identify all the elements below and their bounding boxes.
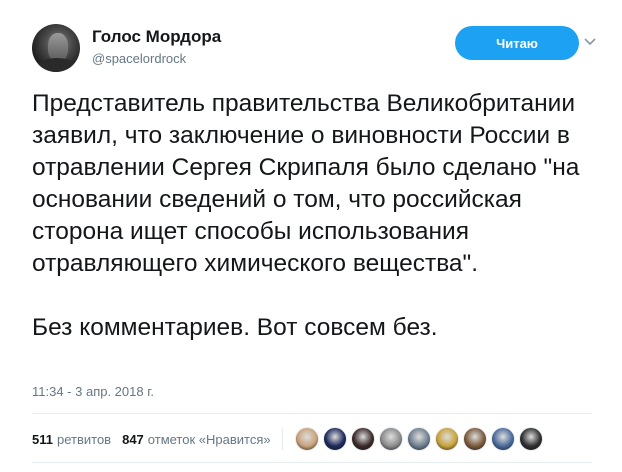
following-button[interactable]: Читаю [455, 26, 579, 60]
retweets-count: 511 [32, 431, 53, 447]
tweet-text: Представитель правительства Великобритан… [32, 88, 602, 344]
retweets-label: ретвитов [56, 431, 112, 447]
retweets-stat[interactable]: 511 ретвитов [32, 432, 111, 447]
likes-count: 847 [122, 431, 144, 447]
liker-avatar-8[interactable] [490, 427, 515, 451]
tweet-timestamp[interactable]: 11:34 - 3 апр. 2018 г. [32, 384, 154, 399]
likes-stat[interactable]: 847 отметок «Нравится» [122, 432, 271, 447]
liker-avatar-6[interactable] [434, 427, 459, 451]
liker-avatar-3[interactable] [350, 427, 375, 451]
avatar-face [48, 33, 68, 61]
liker-avatar-5[interactable] [406, 427, 431, 451]
tweet-stats: 511 ретвитов 847 отметок «Нравится» [32, 427, 547, 451]
avatar-shoulders [36, 58, 78, 72]
chevron-down-icon[interactable] [582, 36, 598, 48]
liker-avatar-2[interactable] [322, 427, 347, 451]
author-display-name[interactable]: Голос Мордора [92, 27, 221, 47]
divider-bottom [32, 462, 592, 463]
liker-avatar-4[interactable] [378, 427, 403, 451]
liker-avatar-9[interactable] [518, 427, 543, 451]
likers-avatars [294, 427, 547, 451]
author-handle[interactable]: @spacelordrock [92, 51, 186, 66]
liker-avatar-7[interactable] [462, 427, 487, 451]
tweet-paragraph-2: Без комментариев. Вот совсем без. [32, 314, 438, 341]
divider-top [32, 413, 592, 414]
tweet-header: Голос Мордора @spacelordrock Читаю [32, 22, 602, 74]
likes-label: отметок «Нравится» [147, 431, 271, 447]
author-avatar[interactable] [32, 24, 80, 72]
liker-avatar-1[interactable] [294, 427, 319, 451]
stats-separator [281, 428, 283, 450]
tweet-paragraph-1: Представитель правительства Великобритан… [32, 90, 580, 277]
